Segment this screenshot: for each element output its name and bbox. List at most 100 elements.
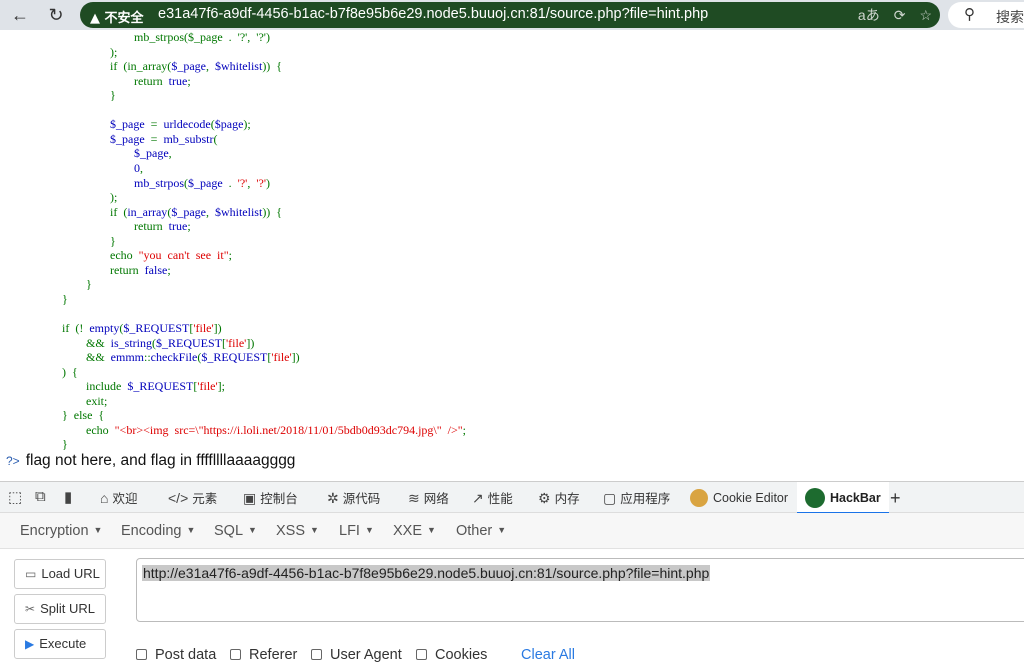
console-icon: ▣ [243,490,257,506]
caret-down-icon: ▼ [93,525,103,535]
code-token: && [62,335,111,350]
tab-console[interactable]: ▣ 控制台 [243,482,298,514]
performance-icon: ↗ [472,490,484,506]
code-token: $_REQUEST [201,350,268,365]
tab-sources[interactable]: ✲ 源代码 [327,482,380,514]
tab-hackbar[interactable]: HackBar [797,482,889,514]
load-url-button[interactable]: ▭ Load URL [14,559,106,589]
code-token: $_page [62,117,145,132]
hackbar-url-textarea[interactable]: http://e31a47f6-a9df-4456-b1ac-b7f8e95b6… [136,558,1024,622]
code-token: ); [243,117,251,132]
code-line: ); [62,190,117,205]
code-token: in_array [127,204,168,219]
cookies-checkbox[interactable]: Cookies [416,647,487,663]
code-token: if ( [62,204,128,219]
code-line: } [62,292,68,307]
tab-network[interactable]: ≋ 网络 [408,482,449,514]
device-emulation-icon[interactable]: ⧉ [35,488,46,505]
devtools-tab-bar: ⬚ ⧉ ▮ ⌂ 欢迎 </> 元素 ▣ 控制台 ✲ 源代码 ≋ 网络 ↗ 性能 ⚙ 内存 ▢ 应… [0,481,1024,514]
menu-encoding[interactable]: Encoding ▼ [121,523,195,539]
read-aloud-icon[interactable]: aあ [858,7,880,23]
code-token: = [144,117,164,132]
post-data-checkbox[interactable]: Post data [136,647,216,663]
code-token: 'file' [193,321,214,335]
code-token: return [62,219,169,234]
code-line: } [62,277,92,292]
code-brackets-icon: </> [168,490,189,506]
php-source-code: mb_strpos($_page . '?', '?') ); if (in_a… [0,30,1024,455]
code-line: } [62,437,68,452]
code-token: $whitelist [214,204,263,219]
address-url[interactable]: e31a47f6-a9df-4456-b1ac-b7f8e95b6e29.nod… [158,6,708,22]
home-icon: ⌂ [100,490,109,506]
menu-xxe[interactable]: XXE ▼ [393,523,436,539]
code-token: ]) [246,335,255,350]
code-token: empty [89,321,120,335]
code-token: return [62,73,169,88]
code-token: } [62,291,68,306]
tab-cookie-editor[interactable]: Cookie Editor [690,482,788,514]
code-line: mb_strpos($_page . '?', '?') [62,30,270,45]
code-token: ]) [213,321,222,335]
code-token: ; [187,73,191,88]
tab-elements[interactable]: </> 元素 [168,482,217,514]
code-token: ) [265,175,270,190]
code-token: ( [213,131,218,146]
code-token: $_page [188,175,223,190]
code-token: exit; [62,393,108,408]
code-line: 0, [62,161,143,176]
code-token: checkFile [150,350,198,365]
address-bar[interactable]: ▲ 不安全 e31a47f6-a9df-4456-b1ac-b7f8e95b6e… [80,2,940,28]
extension-icon[interactable]: ⟳ [894,7,906,23]
tab-welcome[interactable]: ⌂ 欢迎 [100,482,137,514]
caret-down-icon: ▼ [497,525,507,535]
code-token: ]; [217,379,225,394]
code-token: 'file' [271,350,292,365]
code-token: $_page [171,59,206,74]
code-token: } [62,277,92,292]
menu-sql[interactable]: SQL ▼ [214,523,257,539]
code-token: $page [214,117,244,132]
execute-button[interactable]: ▶ Execute [14,629,106,659]
code-token: '?' [256,175,266,190]
code-token: ) { [62,364,78,379]
reload-icon[interactable]: ↻ [44,3,68,27]
add-tab-button[interactable]: + [890,482,901,514]
code-token: . [222,175,238,190]
code-line: if (in_array($_page, $whitelist)) { [62,205,282,220]
code-line: $_page, [62,146,172,161]
code-token: 'file' [197,379,218,394]
referer-checkbox[interactable]: Referer [230,647,297,663]
search-icon: ⚲ [964,6,975,23]
code-line: } [62,88,116,103]
code-token: } else { [62,408,105,423]
menu-encryption[interactable]: Encryption ▼ [20,523,102,539]
php-close-tag: ?> [6,454,20,468]
code-line: ); [62,45,117,60]
code-token: , [140,160,143,175]
code-line: } [62,234,116,249]
search-box[interactable]: ⚲ 搜索 [948,2,1024,28]
user-agent-checkbox[interactable]: User Agent [311,647,402,663]
menu-other[interactable]: Other ▼ [456,523,506,539]
hackbar-url-value[interactable]: http://e31a47f6-a9df-4456-b1ac-b7f8e95b6… [142,565,711,581]
dock-panel-icon[interactable]: ▮ [64,488,72,506]
code-token: )) { [262,204,283,219]
favorite-star-icon[interactable]: ☆ [919,7,932,23]
inspect-element-icon[interactable]: ⬚ [8,488,22,506]
play-icon: ▶ [25,637,35,651]
security-warning[interactable]: ▲ 不安全 [90,7,144,26]
code-token: 'file' [226,335,247,350]
back-arrow-icon[interactable]: ← [8,3,32,27]
tab-memory[interactable]: ⚙ 内存 [538,482,580,514]
split-url-button[interactable]: ✂ Split URL [14,594,106,624]
tab-application[interactable]: ▢ 应用程序 [603,482,670,514]
clear-all-link[interactable]: Clear All [521,647,575,663]
memory-chip-icon: ⚙ [538,490,551,506]
menu-lfi[interactable]: LFI ▼ [339,523,374,539]
wifi-icon: ≋ [408,490,420,506]
caret-down-icon: ▼ [310,525,319,535]
code-token: = [144,131,164,146]
menu-xss[interactable]: XSS ▼ [276,523,319,539]
tab-performance[interactable]: ↗ 性能 [472,482,513,514]
